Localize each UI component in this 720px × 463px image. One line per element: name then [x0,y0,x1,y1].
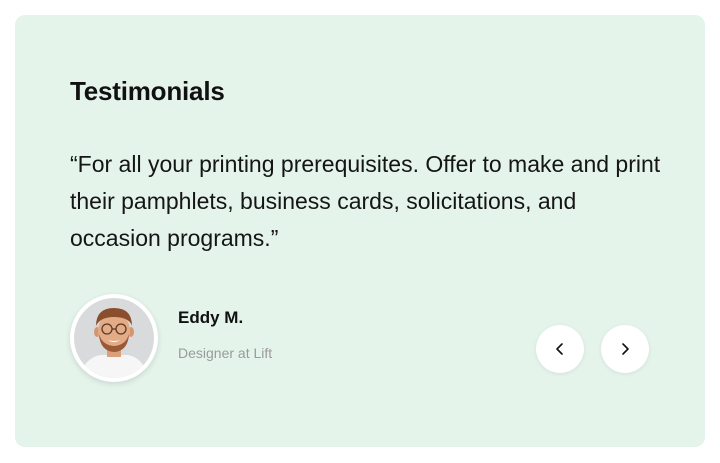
previous-testimonial-button[interactable] [536,325,584,373]
avatar [70,294,158,382]
chevron-left-icon [556,343,563,355]
testimonial-card: Testimonials “For all your printing prer… [15,15,705,447]
testimonial-quote: “For all your printing prerequisites. Of… [70,151,661,251]
section-title: Testimonials [70,76,225,106]
avatar-photo [74,298,154,378]
next-testimonial-button[interactable] [601,325,649,373]
author-name: Eddy M. [178,308,244,327]
author-role: Designer at Lift [178,345,273,361]
chevron-right-icon [622,343,629,355]
